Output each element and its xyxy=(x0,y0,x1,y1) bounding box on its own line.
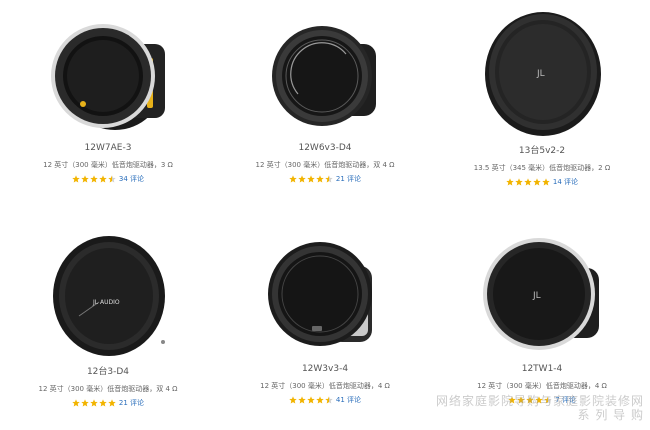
subwoofer-image: JL xyxy=(483,238,599,350)
star-icon xyxy=(298,175,306,183)
star-icon xyxy=(298,396,306,404)
subwoofer-image xyxy=(268,242,372,346)
watermark: 网络家庭影院导购与家庭影院装修网 系 列 导 购 xyxy=(404,394,644,422)
rating: 41 评论 xyxy=(217,395,433,405)
product-name[interactable]: 12台3-D4 xyxy=(0,364,216,377)
star-icon xyxy=(316,175,324,183)
rating: 21 评论 xyxy=(217,174,433,184)
product-name[interactable]: 12W3v3-4 xyxy=(217,364,433,374)
star-icon xyxy=(81,175,89,183)
star-icon xyxy=(515,178,523,186)
star-icon xyxy=(72,399,80,407)
product-card[interactable]: JL 13台5v2-2 13.5 英寸（345 毫米）低音炮驱动器，2 Ω 14… xyxy=(434,6,650,187)
product-name[interactable]: 12W7AE-3 xyxy=(0,143,216,153)
star-icon xyxy=(72,175,80,183)
review-count-link[interactable]: 21 评论 xyxy=(119,398,144,408)
star-icon xyxy=(90,175,98,183)
star-icon xyxy=(307,175,315,183)
subwoofer-image: JL xyxy=(485,12,601,136)
product-card[interactable]: 12W7AE-3 12 英寸（300 毫米）低音炮驱动器，3 Ω 34 评论 xyxy=(0,12,216,184)
star-icon xyxy=(289,396,297,404)
product-description: 12 英寸（300 毫米）低音炮驱动器，4 Ω xyxy=(260,382,390,390)
product-description: 12 英寸（300 毫米）低音炮驱动器，双 4 Ω xyxy=(38,385,178,393)
star-icon xyxy=(108,175,116,183)
rating: 14 评论 xyxy=(434,177,650,187)
star-icon xyxy=(99,175,107,183)
star-icon xyxy=(506,178,514,186)
svg-text:JL: JL xyxy=(536,69,545,79)
star-icon xyxy=(108,399,116,407)
review-count-link[interactable]: 41 评论 xyxy=(336,395,361,405)
review-count-link[interactable]: 34 评论 xyxy=(119,174,144,184)
product-description: 12 英寸（300 毫米）低音炮驱动器，3 Ω xyxy=(43,161,173,169)
watermark-line-2: 系 列 导 购 xyxy=(577,408,644,422)
product-name[interactable]: 12TW1-4 xyxy=(434,364,650,374)
svg-text:JL AUDIO: JL AUDIO xyxy=(92,299,120,306)
product-description: 12 英寸（300 毫米）低音炮驱动器，4 Ω xyxy=(477,382,607,390)
product-description: 12 英寸（300 毫米）低音炮驱动器，双 4 Ω xyxy=(255,161,395,169)
subwoofer-image: JL AUDIO xyxy=(53,236,165,356)
star-icon xyxy=(289,175,297,183)
product-description: 13.5 英寸（345 毫米）低音炮驱动器，2 Ω xyxy=(473,164,611,172)
subwoofer-image xyxy=(272,26,376,126)
product-image[interactable] xyxy=(43,12,173,137)
rating: 21 评论 xyxy=(0,398,216,408)
star-icon xyxy=(325,396,333,404)
product-card[interactable]: JL 12TW1-4 12 英寸（300 毫米）低音炮驱动器，4 Ω 7 评论 xyxy=(434,230,650,405)
product-image[interactable]: JL xyxy=(477,230,607,358)
star-icon xyxy=(90,399,98,407)
rating: 34 评论 xyxy=(0,174,216,184)
product-image[interactable]: JL xyxy=(477,6,607,137)
star-icon xyxy=(524,178,532,186)
star-icon xyxy=(542,178,550,186)
product-name[interactable]: 12W6v3-D4 xyxy=(217,143,433,153)
product-image[interactable] xyxy=(260,230,390,358)
product-card[interactable]: 12W6v3-D4 12 英寸（300 毫米）低音炮驱动器，双 4 Ω 21 评… xyxy=(217,14,433,184)
review-count-link[interactable]: 14 评论 xyxy=(553,177,578,187)
star-icon xyxy=(533,178,541,186)
product-image[interactable]: JL AUDIO xyxy=(43,232,173,358)
watermark-line-1: 网络家庭影院导购与家庭影院装修网 xyxy=(435,394,644,408)
star-icon xyxy=(307,396,315,404)
product-card[interactable]: JL AUDIO 12台3-D4 12 英寸（300 毫米）低音炮驱动器，双 4… xyxy=(0,232,216,408)
review-count-link[interactable]: 21 评论 xyxy=(336,174,361,184)
subwoofer-image xyxy=(51,24,165,130)
product-card[interactable]: 12W3v3-4 12 英寸（300 毫米）低音炮驱动器，4 Ω 41 评论 xyxy=(217,230,433,405)
product-name[interactable]: 13台5v2-2 xyxy=(434,143,650,156)
star-icon xyxy=(81,399,89,407)
svg-text:JL: JL xyxy=(532,291,541,301)
product-grid: 12W7AE-3 12 英寸（300 毫米）低音炮驱动器，3 Ω 34 评论 1… xyxy=(0,0,650,430)
star-icon xyxy=(99,399,107,407)
product-image[interactable] xyxy=(260,14,390,137)
star-icon xyxy=(325,175,333,183)
star-icon xyxy=(316,396,324,404)
